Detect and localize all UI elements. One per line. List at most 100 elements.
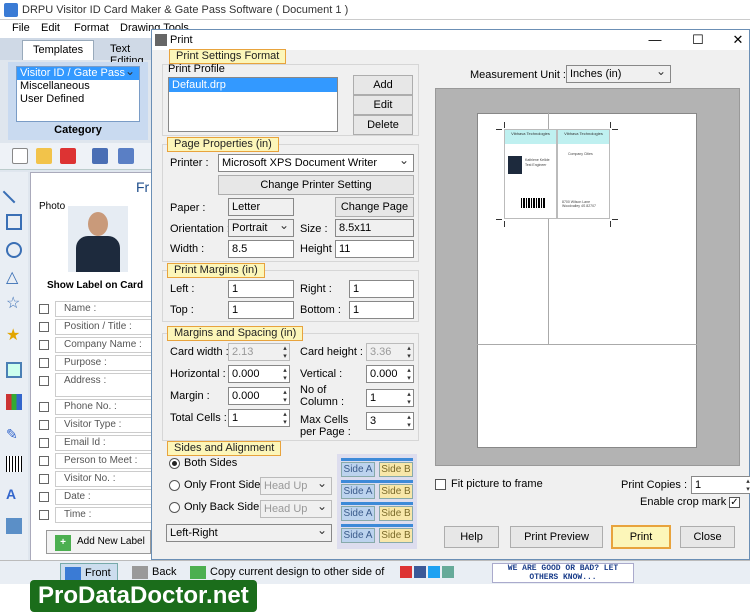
size-field[interactable]: 8.5x11 [335, 219, 414, 237]
preview-card-title: Test Engineer [525, 163, 547, 167]
printer-icon [155, 34, 167, 46]
profile-item[interactable]: Default.drp [169, 78, 337, 92]
maximize-button[interactable]: ☐ [690, 32, 706, 48]
signature-tool-icon[interactable]: ✎ [6, 426, 22, 442]
orientation-select[interactable]: Portrait [228, 219, 294, 237]
right-margin-field[interactable]: 1 [349, 280, 414, 298]
bottom-margin-field[interactable]: 1 [349, 301, 414, 319]
both-sides-label: Both Sides [184, 457, 238, 469]
crop-mark-label: Enable crop mark [640, 496, 727, 508]
back-side-label: Only Back Side [184, 501, 260, 513]
print-preview-button[interactable]: Print Preview [510, 526, 603, 548]
barcode-tool-icon[interactable] [6, 456, 22, 472]
columns-field[interactable]: 1 [366, 389, 414, 407]
print-copies-field[interactable]: 1 [691, 476, 750, 494]
star-tool-icon[interactable]: ☆ [6, 296, 22, 312]
menu-edit[interactable]: Edit [41, 22, 60, 34]
horizontal-label: Horizontal : [170, 368, 226, 380]
symbol-tool-icon[interactable]: ★ [6, 328, 22, 344]
field-checkbox[interactable] [39, 456, 49, 466]
rectangle-tool-icon[interactable] [6, 214, 22, 230]
card-width-field: 2.13 [228, 343, 290, 361]
new-icon[interactable] [12, 148, 28, 164]
tab-strip: Templates Text Editing [0, 38, 155, 67]
print-preview-area: Vibhava Technologies Kathlene Kellde Tes… [435, 88, 740, 466]
crop-mark-checkbox[interactable]: ✓ [729, 497, 740, 508]
library-tool-icon[interactable] [6, 394, 22, 410]
left-margin-field[interactable]: 1 [228, 280, 294, 298]
field-label: Name : [55, 301, 155, 317]
field-checkbox[interactable] [39, 420, 49, 430]
close-window-button[interactable]: ✕ [730, 32, 746, 48]
horizontal-field[interactable]: 0.000 [228, 365, 290, 383]
both-sides-radio[interactable] [169, 458, 180, 469]
triangle-tool-icon[interactable]: △ [6, 270, 22, 286]
field-checkbox[interactable] [39, 402, 49, 412]
paper-field[interactable]: Letter [228, 198, 294, 216]
field-checkbox[interactable] [39, 322, 49, 332]
field-checkbox[interactable] [39, 358, 49, 368]
change-page-button[interactable]: Change Page [335, 197, 414, 217]
help-button[interactable]: Help [444, 526, 499, 548]
watermark-tool-icon[interactable] [6, 518, 22, 534]
facebook-icon[interactable] [414, 566, 426, 578]
category-list[interactable]: Visitor ID / Gate Pass Miscellaneous Use… [16, 66, 140, 122]
twitter-icon[interactable] [428, 566, 440, 578]
tab-templates[interactable]: Templates [22, 40, 95, 60]
field-label: Purpose : [55, 355, 155, 371]
photo-image[interactable] [68, 206, 128, 272]
google-plus-icon[interactable] [400, 566, 412, 578]
field-row: Email Id : [39, 435, 155, 451]
category-label: Category [54, 124, 102, 136]
close-doc-icon[interactable] [60, 148, 76, 164]
field-checkbox[interactable] [39, 304, 49, 314]
field-checkbox[interactable] [39, 474, 49, 484]
card-height-field: 3.36 [366, 343, 414, 361]
field-checkbox[interactable] [39, 438, 49, 448]
back-side-radio[interactable] [169, 502, 180, 513]
alignment-select[interactable]: Left-Right [166, 524, 332, 542]
edit-profile-button[interactable]: Edit [353, 95, 413, 115]
field-label: Company Name : [55, 337, 155, 353]
brand-strip: ProDataDoctor.net [0, 580, 750, 613]
max-cells-field[interactable]: 3 [366, 412, 414, 430]
fit-picture-checkbox[interactable] [435, 479, 446, 490]
side-b-cell: Side B [379, 506, 413, 521]
feedback-banner[interactable]: WE ARE GOOD OR BAD? LET OTHERS KNOW... [492, 563, 634, 583]
close-button[interactable]: Close [680, 526, 735, 548]
line-tool-icon[interactable] [2, 180, 26, 204]
top-margin-field[interactable]: 1 [228, 301, 294, 319]
delete-profile-button[interactable]: Delete [353, 115, 413, 135]
field-checkbox[interactable] [39, 492, 49, 502]
image-tool-icon[interactable] [6, 362, 22, 378]
tab-text-editing[interactable]: Text Editing [100, 40, 155, 67]
category-item[interactable]: Miscellaneous [17, 80, 139, 93]
add-new-label-button[interactable]: + Add New Label [46, 530, 151, 554]
menu-format[interactable]: Format [74, 22, 109, 34]
share-icon[interactable] [442, 566, 454, 578]
width-field[interactable]: 8.5 [228, 240, 294, 258]
change-printer-button[interactable]: Change Printer Setting [218, 175, 414, 195]
open-icon[interactable] [36, 148, 52, 164]
ellipse-tool-icon[interactable] [6, 242, 22, 258]
field-checkbox[interactable] [39, 376, 49, 386]
printer-select[interactable]: Microsoft XPS Document Writer [218, 154, 414, 172]
minimize-button[interactable]: — [647, 32, 663, 48]
category-item[interactable]: User Defined [17, 93, 139, 106]
measurement-select[interactable]: Inches (in) [566, 65, 671, 83]
save-as-icon[interactable] [118, 148, 134, 164]
height-field[interactable]: 11 [335, 240, 414, 258]
save-icon[interactable] [92, 148, 108, 164]
menu-file[interactable]: File [12, 22, 30, 34]
total-cells-field[interactable]: 1 [228, 409, 290, 427]
margin-field[interactable]: 0.000 [228, 387, 290, 405]
profile-list[interactable]: Default.drp [168, 77, 338, 132]
front-side-radio[interactable] [169, 480, 180, 491]
vertical-field[interactable]: 0.000 [366, 365, 414, 383]
category-item[interactable]: Visitor ID / Gate Pass [17, 67, 139, 80]
add-profile-button[interactable]: Add [353, 75, 413, 95]
field-checkbox[interactable] [39, 340, 49, 350]
print-button[interactable]: Print [611, 525, 671, 549]
field-checkbox[interactable] [39, 510, 49, 520]
text-tool-icon[interactable]: A [6, 486, 22, 502]
